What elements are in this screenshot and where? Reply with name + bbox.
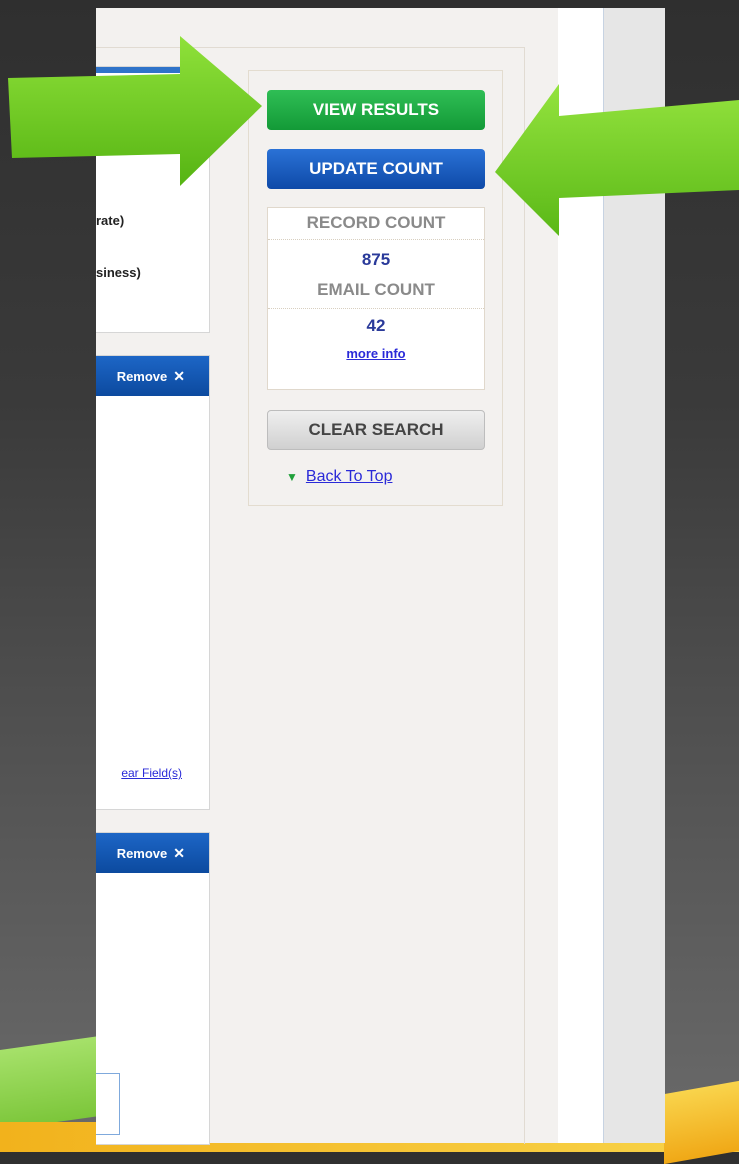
green-arrow-left	[8, 36, 262, 186]
more-info-link[interactable]: more info	[268, 346, 484, 361]
close-icon[interactable]: ✕	[173, 368, 185, 385]
back-to-top-link[interactable]: ▼ Back To Top	[286, 468, 392, 486]
results-sidebar: VIEW RESULTS UPDATE COUNT RECORD COUNT 8…	[248, 70, 503, 506]
panel-header: Remove ✕	[96, 356, 209, 396]
divider	[268, 239, 484, 240]
panel-text-rate: rate)	[96, 213, 125, 228]
record-count-value: 875	[361, 250, 391, 269]
remove-link[interactable]: Remove	[117, 369, 168, 384]
clear-fields-link[interactable]: ear Field(s)	[96, 766, 182, 780]
count-box: RECORD COUNT 875 EMAIL COUNT 42 more inf…	[267, 207, 485, 390]
close-icon[interactable]: ✕	[173, 845, 185, 862]
decorative-yellow-shape	[664, 1080, 739, 1164]
record-count-label: RECORD COUNT	[306, 213, 446, 232]
view-results-button[interactable]: VIEW RESULTS	[267, 90, 485, 130]
panel-header: Remove ✕	[96, 833, 209, 873]
remove-link[interactable]: Remove	[117, 846, 168, 861]
panel-text-business: siness)	[96, 265, 141, 280]
clear-search-button[interactable]: CLEAR SEARCH	[267, 410, 485, 450]
up-arrow-icon: ▼	[286, 470, 298, 484]
input-box[interactable]	[96, 1073, 120, 1135]
green-arrow-right	[495, 84, 739, 236]
back-to-top-label: Back To Top	[305, 468, 393, 485]
email-count-label: EMAIL COUNT	[317, 280, 435, 299]
filter-panel: Remove ✕ ear Field(s)	[96, 355, 210, 810]
update-count-button[interactable]: UPDATE COUNT	[267, 149, 485, 189]
email-count-value: 42	[366, 316, 386, 335]
divider	[268, 308, 484, 309]
